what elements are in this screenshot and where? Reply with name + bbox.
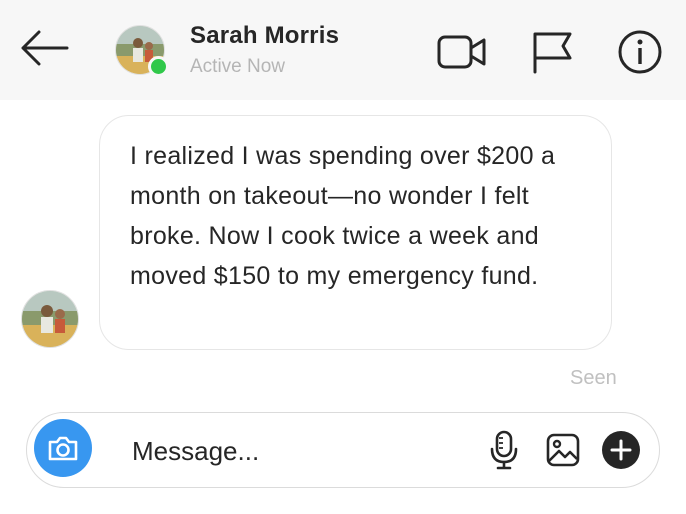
video-call-button[interactable] [436, 26, 488, 78]
gallery-button[interactable] [541, 428, 585, 472]
sender-avatar[interactable] [21, 290, 79, 348]
active-status: Active Now [190, 56, 286, 77]
info-button[interactable] [614, 26, 666, 78]
contact-name[interactable]: Sarah Morris [190, 22, 339, 50]
report-button[interactable] [526, 26, 578, 78]
online-indicator [148, 56, 169, 77]
arrow-left-icon [21, 30, 69, 66]
seen-receipt: Seen [570, 367, 617, 389]
message-bubble[interactable]: I realized I was spending over $200 a mo… [99, 115, 612, 350]
message-input[interactable] [132, 433, 462, 469]
message-text: I realized I was spending over $200 a mo… [130, 142, 556, 290]
contact-avatar-wrap[interactable] [115, 25, 169, 77]
image-icon [546, 433, 580, 467]
camera-icon [48, 436, 78, 461]
microphone-icon [490, 430, 518, 470]
message-composer [26, 412, 660, 488]
video-camera-icon [437, 35, 486, 69]
chat-header: Sarah Morris Active Now [0, 0, 686, 100]
voice-message-button[interactable] [482, 428, 526, 472]
camera-button[interactable] [34, 419, 92, 477]
flag-icon [533, 32, 572, 74]
info-icon [618, 30, 662, 74]
plus-circle-icon [602, 431, 640, 469]
more-options-button[interactable] [599, 428, 643, 472]
back-button[interactable] [16, 26, 72, 70]
